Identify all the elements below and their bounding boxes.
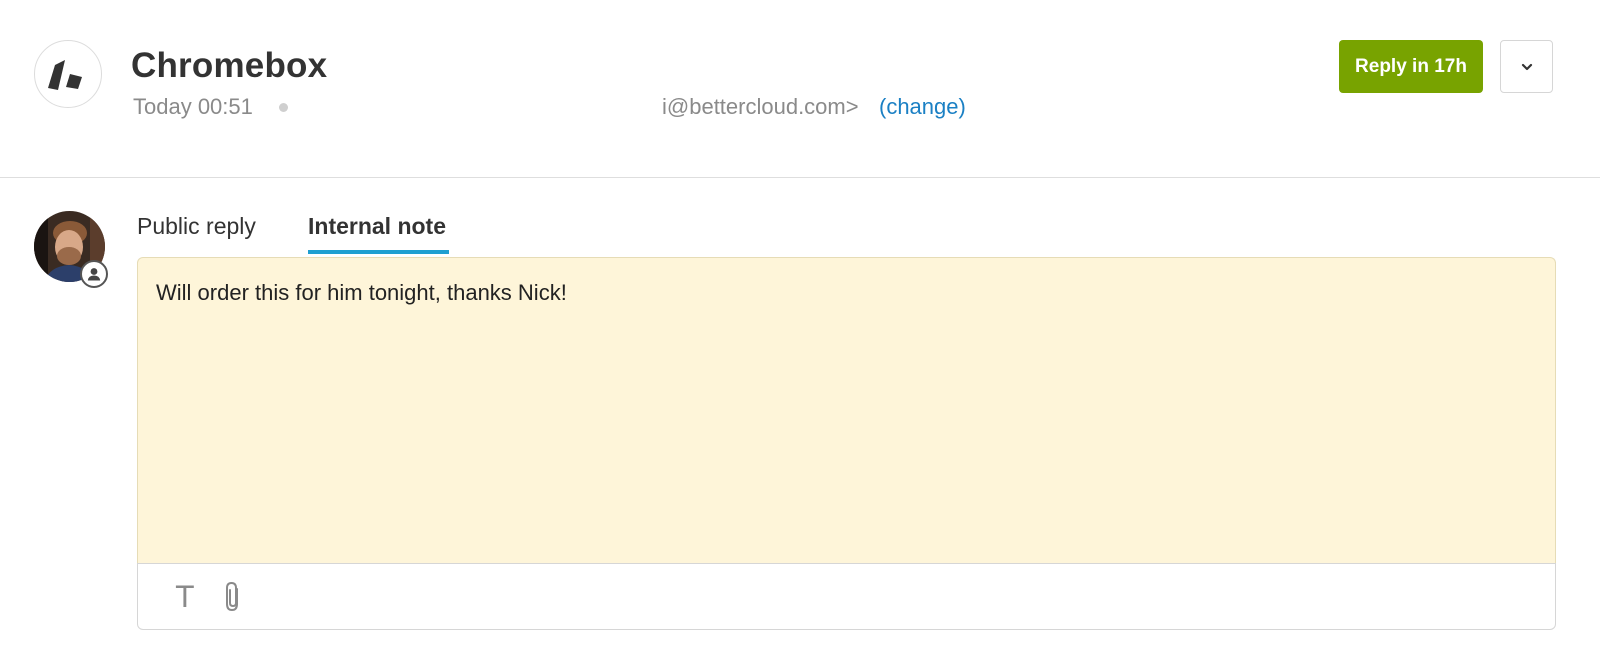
editor-toolbar bbox=[137, 563, 1556, 630]
separator-dot bbox=[279, 103, 288, 112]
ticket-timestamp: Today 00:51 bbox=[133, 94, 253, 119]
tab-internal-note[interactable]: Internal note bbox=[308, 210, 446, 242]
agent-role-badge bbox=[80, 260, 108, 288]
active-tab-indicator bbox=[308, 250, 449, 254]
note-text: Will order this for him tonight, thanks … bbox=[156, 280, 567, 305]
chevron-down-icon bbox=[1521, 63, 1532, 70]
header-divider bbox=[0, 177, 1600, 178]
change-address-link[interactable]: (change) bbox=[879, 92, 966, 122]
reply-button[interactable]: Reply in 17h bbox=[1339, 40, 1483, 93]
paperclip-icon[interactable] bbox=[222, 580, 244, 619]
reply-button-label: Reply in 17h bbox=[1355, 55, 1467, 77]
options-dropdown-button[interactable] bbox=[1500, 40, 1553, 93]
tab-public-reply[interactable]: Public reply bbox=[137, 210, 256, 242]
ticket-title: Chromebox bbox=[131, 46, 328, 85]
user-icon bbox=[87, 268, 101, 281]
text-format-icon[interactable]: T bbox=[176, 580, 194, 614]
from-address: i@bettercloud.com> bbox=[662, 94, 859, 119]
app-logo-icon bbox=[34, 40, 102, 108]
